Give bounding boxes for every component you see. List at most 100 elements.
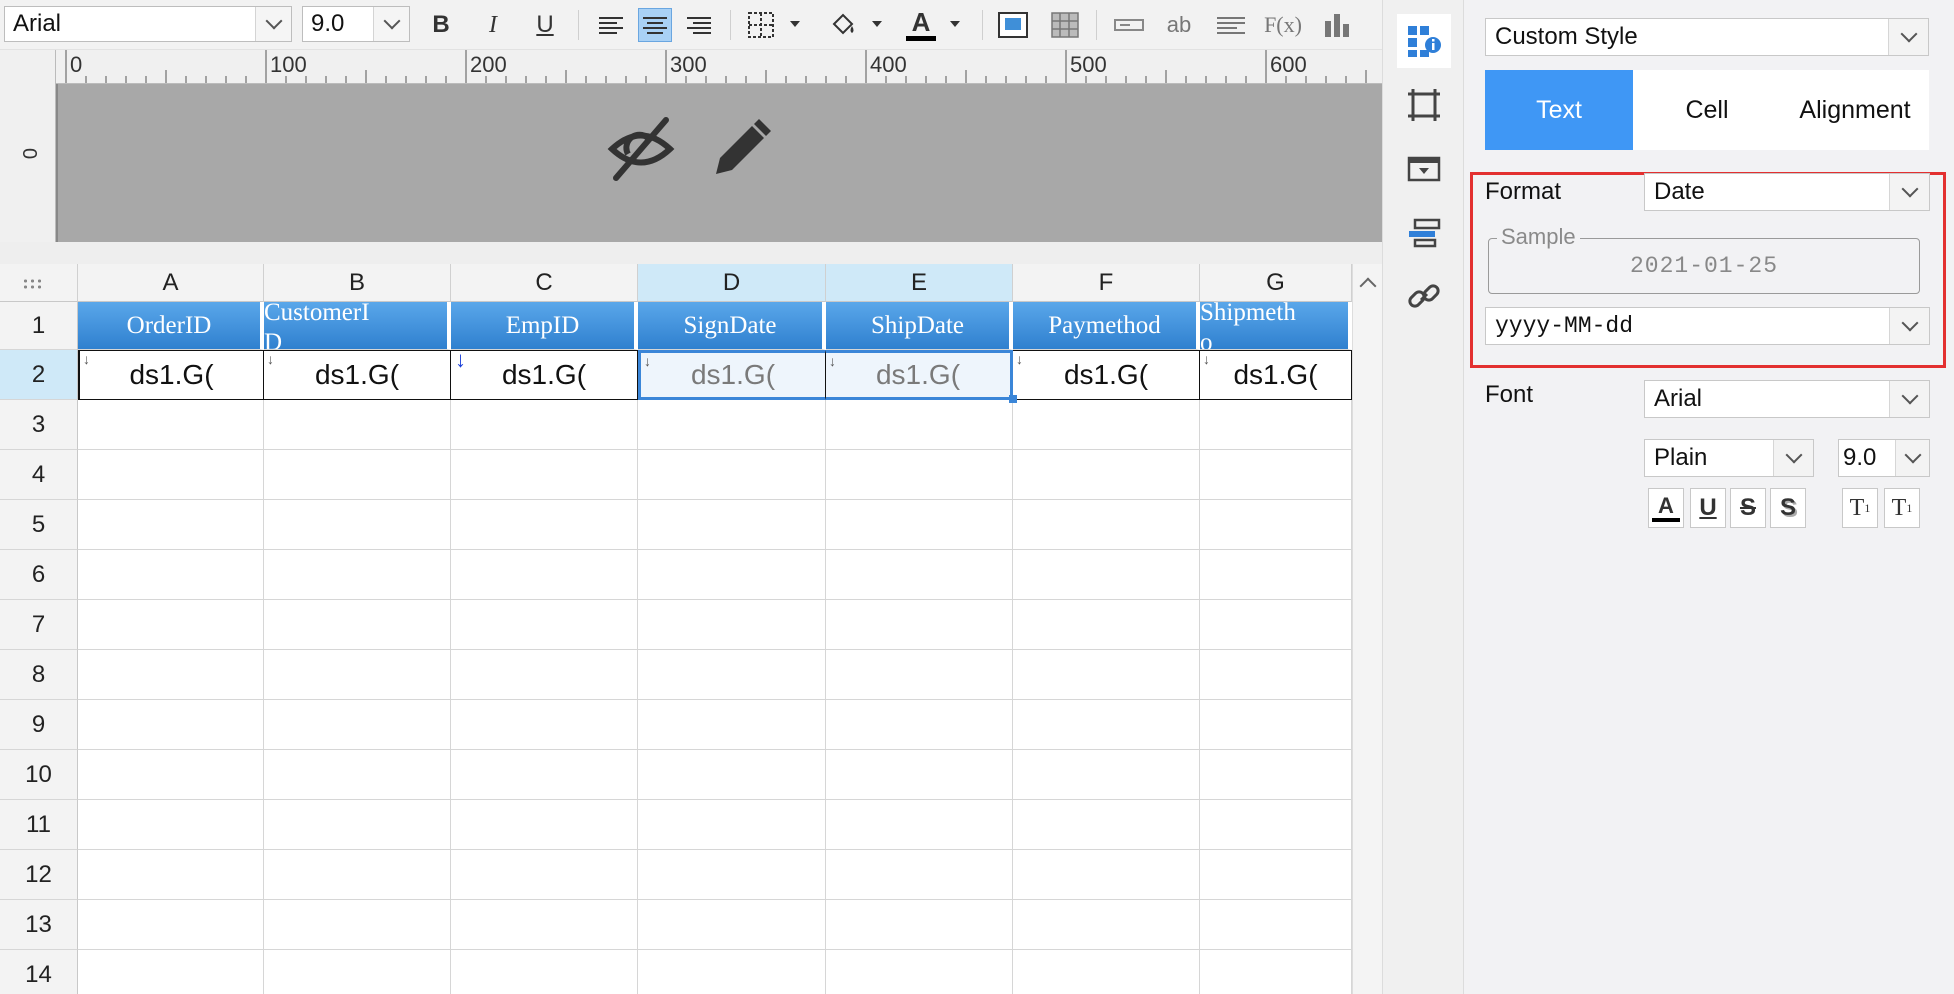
row-header-6[interactable]: 6 bbox=[0, 550, 78, 600]
chevron-down-icon[interactable] bbox=[1888, 19, 1928, 55]
row-header-10[interactable]: 10 bbox=[0, 750, 78, 800]
italic-icon[interactable]: I bbox=[476, 8, 510, 42]
empty-cell[interactable] bbox=[826, 550, 1013, 600]
row-header-13[interactable]: 13 bbox=[0, 900, 78, 950]
header-cell-g[interactable]: Shipmeth o bbox=[1200, 302, 1352, 350]
row-header-14[interactable]: 14 bbox=[0, 950, 78, 994]
empty-cell[interactable] bbox=[1200, 650, 1352, 700]
tab-text[interactable]: Text bbox=[1485, 70, 1633, 150]
date-pattern-select[interactable]: yyyy-MM-dd bbox=[1485, 307, 1930, 345]
empty-cell[interactable] bbox=[451, 650, 638, 700]
empty-cell[interactable] bbox=[264, 500, 451, 550]
fill-color-icon[interactable] bbox=[826, 8, 860, 42]
empty-cell[interactable] bbox=[1013, 950, 1200, 994]
empty-cell[interactable] bbox=[826, 600, 1013, 650]
empty-cell[interactable] bbox=[826, 950, 1013, 994]
empty-cell[interactable] bbox=[264, 450, 451, 500]
select-all-corner[interactable] bbox=[0, 264, 78, 302]
style-select[interactable]: Custom Style bbox=[1485, 18, 1929, 56]
pencil-edit-icon[interactable] bbox=[706, 114, 776, 184]
border-icon[interactable] bbox=[744, 8, 778, 42]
empty-cell[interactable] bbox=[638, 850, 826, 900]
vertical-scrollbar[interactable] bbox=[1352, 264, 1382, 994]
data-cell-f2[interactable]: ↓ ds1.G( bbox=[1013, 350, 1200, 400]
header-cell-e[interactable]: ShipDate bbox=[826, 302, 1013, 350]
empty-cell[interactable] bbox=[638, 900, 826, 950]
row-header-5[interactable]: 5 bbox=[0, 500, 78, 550]
empty-cell[interactable] bbox=[451, 600, 638, 650]
empty-cell[interactable] bbox=[264, 900, 451, 950]
font-family-select[interactable]: Arial bbox=[4, 6, 292, 42]
text-icon[interactable]: ab bbox=[1162, 8, 1196, 42]
panel-font-size-select[interactable]: 9.0 bbox=[1838, 439, 1930, 477]
empty-cell[interactable] bbox=[1200, 950, 1352, 994]
font-color-icon[interactable]: A bbox=[904, 8, 938, 42]
header-cell-b[interactable]: CustomerI D bbox=[264, 302, 451, 350]
format-select[interactable]: Date bbox=[1644, 173, 1930, 211]
cell-properties-icon[interactable] bbox=[1397, 14, 1451, 68]
empty-cell[interactable] bbox=[638, 600, 826, 650]
empty-cell[interactable] bbox=[1013, 550, 1200, 600]
empty-cell[interactable] bbox=[78, 400, 264, 450]
empty-cell[interactable] bbox=[638, 500, 826, 550]
empty-cell[interactable] bbox=[1013, 900, 1200, 950]
shadow-icon[interactable]: S bbox=[1770, 488, 1806, 528]
empty-cell[interactable] bbox=[1013, 500, 1200, 550]
empty-cell[interactable] bbox=[1200, 550, 1352, 600]
empty-cell[interactable] bbox=[78, 700, 264, 750]
data-cell-c2[interactable]: ↓ ds1.G( bbox=[451, 350, 638, 400]
empty-cell[interactable] bbox=[264, 750, 451, 800]
empty-cell[interactable] bbox=[1013, 800, 1200, 850]
data-cell-d2[interactable]: ↓ ds1.G( bbox=[638, 350, 826, 400]
header-cell-a[interactable]: OrderID bbox=[78, 302, 264, 350]
data-cell-g2[interactable]: ↓ ds1.G( bbox=[1200, 350, 1352, 400]
row-header-3[interactable]: 3 bbox=[0, 400, 78, 450]
empty-cell[interactable] bbox=[826, 800, 1013, 850]
empty-cell[interactable] bbox=[638, 800, 826, 850]
column-header-e[interactable]: E bbox=[826, 264, 1013, 302]
superscript-icon[interactable]: T1 bbox=[1842, 488, 1878, 528]
cell-border-icon[interactable] bbox=[1397, 78, 1451, 132]
empty-cell[interactable] bbox=[826, 450, 1013, 500]
empty-cell[interactable] bbox=[1200, 800, 1352, 850]
empty-cell[interactable] bbox=[638, 650, 826, 700]
column-header-c[interactable]: C bbox=[451, 264, 638, 302]
empty-cell[interactable] bbox=[451, 900, 638, 950]
column-header-d[interactable]: D bbox=[638, 264, 826, 302]
chevron-down-icon[interactable] bbox=[1895, 440, 1929, 476]
insert-grid-icon[interactable] bbox=[1048, 8, 1082, 42]
empty-cell[interactable] bbox=[1200, 700, 1352, 750]
underline-icon[interactable]: U bbox=[528, 8, 562, 42]
empty-cell[interactable] bbox=[1200, 900, 1352, 950]
insert-text-field-icon[interactable] bbox=[1112, 8, 1146, 42]
strikethrough-icon[interactable]: S bbox=[1730, 488, 1766, 528]
empty-cell[interactable] bbox=[451, 800, 638, 850]
empty-cell[interactable] bbox=[451, 500, 638, 550]
row-header-8[interactable]: 8 bbox=[0, 650, 78, 700]
align-center-icon[interactable] bbox=[638, 8, 672, 42]
scroll-up-icon[interactable] bbox=[1359, 277, 1377, 295]
font-size-select[interactable]: 9.0 bbox=[302, 6, 410, 42]
empty-cell[interactable] bbox=[1200, 750, 1352, 800]
bold-icon[interactable]: B bbox=[424, 8, 458, 42]
empty-cell[interactable] bbox=[638, 950, 826, 994]
header-cell-f[interactable]: Paymethod bbox=[1013, 302, 1200, 350]
font-style-select[interactable]: Plain bbox=[1644, 439, 1814, 477]
empty-cell[interactable] bbox=[78, 900, 264, 950]
empty-cell[interactable] bbox=[264, 600, 451, 650]
empty-cell[interactable] bbox=[451, 750, 638, 800]
selection-resize-handle[interactable] bbox=[1009, 395, 1017, 403]
empty-cell[interactable] bbox=[78, 550, 264, 600]
tab-alignment[interactable]: Alignment bbox=[1781, 70, 1929, 150]
row-header-12[interactable]: 12 bbox=[0, 850, 78, 900]
panel-font-family-select[interactable]: Arial bbox=[1644, 380, 1930, 418]
empty-cell[interactable] bbox=[638, 750, 826, 800]
empty-cell[interactable] bbox=[638, 700, 826, 750]
empty-cell[interactable] bbox=[78, 450, 264, 500]
hyperlink-icon[interactable] bbox=[1397, 270, 1451, 324]
empty-cell[interactable] bbox=[451, 550, 638, 600]
header-cell-d[interactable]: SignDate bbox=[638, 302, 826, 350]
column-header-f[interactable]: F bbox=[1013, 264, 1200, 302]
empty-cell[interactable] bbox=[1013, 450, 1200, 500]
empty-cell[interactable] bbox=[826, 750, 1013, 800]
